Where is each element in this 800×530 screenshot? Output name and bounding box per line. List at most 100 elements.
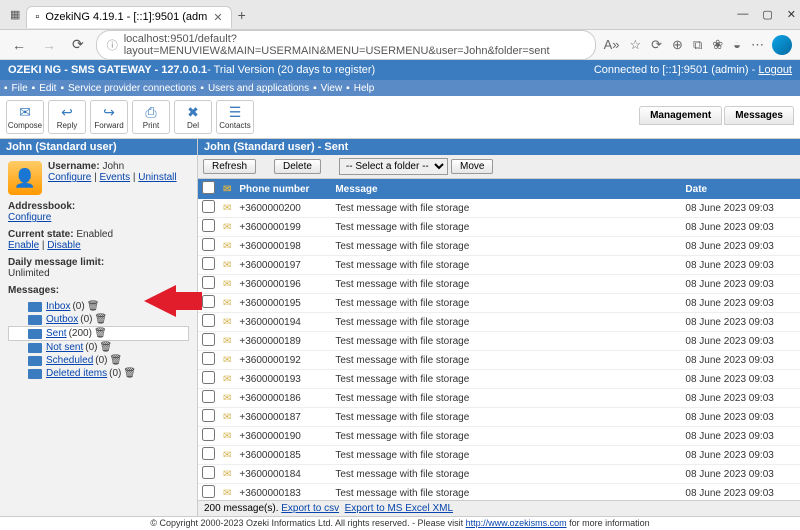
refresh-button[interactable]: Refresh — [203, 159, 256, 174]
delete-folder-icon[interactable]: 🗑 — [94, 328, 107, 339]
table-row[interactable]: ✉+3600000184Test message with file stora… — [198, 465, 800, 484]
row-checkbox[interactable] — [202, 390, 215, 403]
browser-logo-icon[interactable] — [772, 35, 792, 55]
folder-select[interactable]: -- Select a folder -- — [339, 158, 448, 175]
row-checkbox[interactable] — [202, 314, 215, 327]
table-row[interactable]: ✉+3600000200Test message with file stora… — [198, 199, 800, 218]
select-all-checkbox[interactable] — [202, 181, 215, 194]
move-button[interactable]: Move — [451, 159, 493, 174]
col-phone[interactable]: Phone number — [235, 179, 331, 199]
table-row[interactable]: ✉+3600000195Test message with file stora… — [198, 294, 800, 313]
table-row[interactable]: ✉+3600000187Test message with file stora… — [198, 408, 800, 427]
row-checkbox[interactable] — [202, 219, 215, 232]
tab-management[interactable]: Management — [639, 106, 722, 125]
row-checkbox[interactable] — [202, 200, 215, 213]
window-minimize-button[interactable]: — — [737, 8, 748, 21]
table-row[interactable]: ✉+3600000190Test message with file stora… — [198, 427, 800, 446]
menu-view[interactable]: View — [321, 83, 343, 94]
delete-folder-icon[interactable]: 🗑 — [110, 355, 123, 366]
close-tab-icon[interactable]: ✕ — [213, 11, 222, 24]
table-row[interactable]: ✉+3600000189Test message with file stora… — [198, 332, 800, 351]
menu-icon[interactable]: ⋯ — [751, 37, 764, 53]
table-row[interactable]: ✉+3600000185Test message with file stora… — [198, 446, 800, 465]
folder-not-sent[interactable]: Not sent (0)🗑 — [8, 341, 189, 354]
folder-inbox[interactable]: Inbox (0)🗑 — [8, 300, 189, 313]
forward-button[interactable]: → — [38, 37, 60, 53]
site-info-icon[interactable]: ⓘ — [107, 37, 118, 53]
table-row[interactable]: ✉+3600000197Test message with file stora… — [198, 256, 800, 275]
row-checkbox[interactable] — [202, 295, 215, 308]
col-date[interactable]: Date — [681, 179, 800, 199]
extensions-icon[interactable]: ⧉ — [693, 37, 702, 53]
tabs-icon[interactable]: ▦ — [10, 8, 20, 21]
table-row[interactable]: ✉+3600000183Test message with file stora… — [198, 484, 800, 501]
contacts-button[interactable]: ☰Contacts — [216, 100, 254, 134]
folder-sent[interactable]: Sent (200)🗑 — [8, 326, 189, 341]
row-checkbox[interactable] — [202, 428, 215, 441]
footer-link[interactable]: http://www.ozekisms.com — [466, 518, 567, 528]
menu-file[interactable]: File — [12, 83, 28, 94]
refresh-button[interactable]: ⟳ — [68, 36, 88, 53]
window-maximize-button[interactable]: ▢ — [762, 8, 772, 21]
configure-link[interactable]: Configure — [48, 172, 91, 183]
new-tab-button[interactable]: + — [238, 7, 246, 23]
row-checkbox[interactable] — [202, 485, 215, 498]
table-row[interactable]: ✉+3600000194Test message with file stora… — [198, 313, 800, 332]
message-table-scroll[interactable]: ✉ Phone number Message Date ✉+3600000200… — [198, 179, 800, 500]
export-xml-link[interactable]: Export to MS Excel XML — [345, 503, 453, 514]
menu-service-provider-connections[interactable]: Service provider connections — [68, 83, 196, 94]
row-checkbox[interactable] — [202, 257, 215, 270]
read-aloud-icon[interactable]: A» — [604, 37, 620, 53]
row-checkbox[interactable] — [202, 238, 215, 251]
extension2-icon[interactable]: ❀ — [712, 37, 723, 53]
col-message[interactable]: Message — [331, 179, 681, 199]
menu-help[interactable]: Help — [354, 83, 375, 94]
events-link[interactable]: Events — [100, 172, 131, 183]
compose-button[interactable]: ✉Compose — [6, 100, 44, 134]
table-row[interactable]: ✉+3600000199Test message with file stora… — [198, 218, 800, 237]
folder-outbox[interactable]: Outbox (0)🗑 — [8, 313, 189, 326]
table-row[interactable]: ✉+3600000198Test message with file stora… — [198, 237, 800, 256]
browser-tab[interactable]: ▫ OzekiNG 4.19.1 - [::1]:9501 (adm ✕ — [26, 6, 231, 28]
menu-users-and-applications[interactable]: Users and applications — [208, 83, 309, 94]
delete-button[interactable]: ✖Del — [174, 100, 212, 134]
menu-edit[interactable]: Edit — [39, 83, 56, 94]
row-checkbox[interactable] — [202, 466, 215, 479]
table-row[interactable]: ✉+3600000186Test message with file stora… — [198, 389, 800, 408]
col-checkbox[interactable] — [198, 179, 219, 199]
row-checkbox[interactable] — [202, 447, 215, 460]
favorite-icon[interactable]: ☆ — [629, 37, 641, 53]
row-checkbox[interactable] — [202, 409, 215, 422]
profile-icon[interactable]: ◒ — [733, 37, 741, 53]
addressbook-configure-link[interactable]: Configure — [8, 212, 51, 223]
delete-folder-icon[interactable]: 🗑 — [94, 314, 107, 325]
delete-messages-button[interactable]: Delete — [274, 159, 321, 174]
folder-deleted-items[interactable]: Deleted items (0)🗑 — [8, 367, 189, 380]
enable-link[interactable]: Enable — [8, 240, 39, 251]
row-checkbox[interactable] — [202, 333, 215, 346]
back-button[interactable]: ← — [8, 37, 30, 53]
forward-button[interactable]: ↪Forward — [90, 100, 128, 134]
table-row[interactable]: ✉+3600000196Test message with file stora… — [198, 275, 800, 294]
collections-icon[interactable]: ⊕ — [672, 37, 683, 53]
uninstall-link[interactable]: Uninstall — [138, 172, 176, 183]
logout-link[interactable]: Logout — [758, 64, 792, 76]
row-checkbox[interactable] — [202, 371, 215, 384]
delete-folder-icon[interactable]: 🗑 — [87, 301, 100, 312]
tab-messages[interactable]: Messages — [724, 106, 794, 125]
row-checkbox[interactable] — [202, 276, 215, 289]
url-input[interactable]: ⓘ localhost:9501/default?layout=MENUVIEW… — [96, 30, 596, 60]
table-row[interactable]: ✉+3600000193Test message with file stora… — [198, 370, 800, 389]
export-csv-link[interactable]: Export to csv — [281, 503, 339, 514]
sync-icon[interactable]: ⟳ — [651, 37, 662, 53]
disable-link[interactable]: Disable — [47, 240, 80, 251]
reply-button[interactable]: ↩Reply — [48, 100, 86, 134]
window-close-button[interactable]: ✕ — [787, 8, 796, 21]
folder-scheduled[interactable]: Scheduled (0)🗑 — [8, 354, 189, 367]
cell-message: Test message with file storage — [331, 256, 681, 275]
row-checkbox[interactable] — [202, 352, 215, 365]
delete-folder-icon[interactable]: 🗑 — [123, 368, 136, 379]
table-row[interactable]: ✉+3600000192Test message with file stora… — [198, 351, 800, 370]
print-button[interactable]: ⎙Print — [132, 100, 170, 134]
delete-folder-icon[interactable]: 🗑 — [99, 342, 112, 353]
